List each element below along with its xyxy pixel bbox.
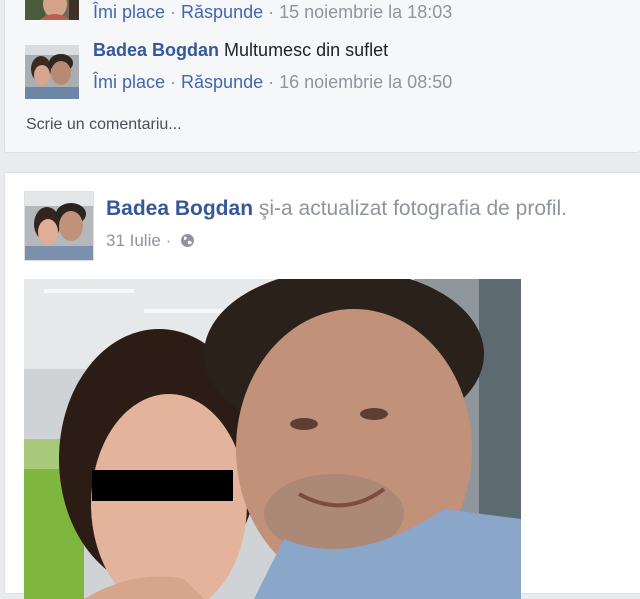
comment-text: Multumesc din suflet <box>224 40 389 60</box>
post-card: Badea Bogdan şi-a actualizat fotografia … <box>4 172 640 599</box>
commenter-avatar[interactable] <box>25 45 79 99</box>
post-action-text: şi-a actualizat fotografia de profil. <box>253 197 568 220</box>
like-link[interactable]: Îmi place <box>93 2 165 22</box>
write-comment-input[interactable]: Scrie un comentariu... <box>26 116 182 134</box>
post-header: Badea Bogdan şi-a actualizat fotografia … <box>106 197 567 221</box>
comment-timestamp[interactable]: 16 noiembrie la 08:50 <box>279 72 452 92</box>
comment-timestamp[interactable]: 15 noiembrie la 18:03 <box>279 2 452 22</box>
profile-photo[interactable] <box>24 279 521 599</box>
globe-icon[interactable] <box>180 233 195 248</box>
like-link[interactable]: Îmi place <box>93 72 165 92</box>
comments-section: Îmi place · Răspunde · 15 noiembrie la 18:03… <box>4 0 640 153</box>
reply-link[interactable]: Răspunde <box>181 2 263 22</box>
commenter-avatar[interactable] <box>25 0 79 20</box>
post-date[interactable]: 31 Iulie <box>106 231 161 250</box>
reply-link[interactable]: Răspunde <box>181 72 263 92</box>
post-meta: 31 Iulie · <box>106 231 195 251</box>
post-author-avatar[interactable] <box>24 191 94 261</box>
post-author-link[interactable]: Badea Bogdan <box>106 197 253 220</box>
comment-author-link[interactable]: Badea Bogdan <box>93 40 219 60</box>
